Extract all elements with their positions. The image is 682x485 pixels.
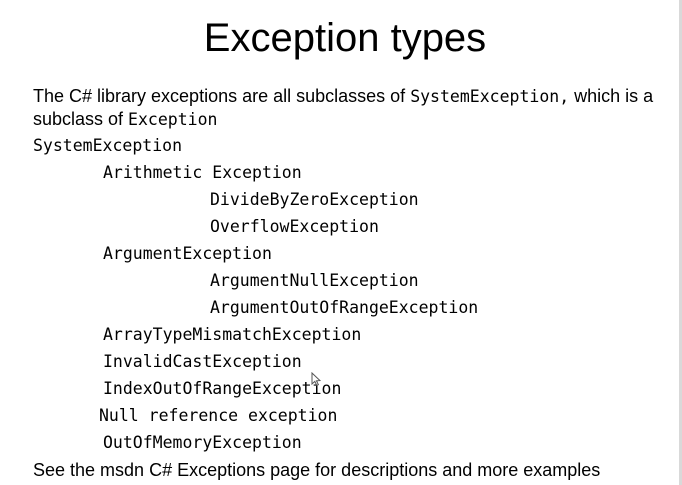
intro-code-exception: Exception: [128, 110, 218, 129]
tree-item-system-exception: SystemException: [33, 136, 183, 155]
tree-item-array-type-mismatch-exception: ArrayTypeMismatchException: [103, 325, 362, 344]
tree-item-overflow-exception: OverflowException: [210, 217, 379, 236]
footer-note: See the msdn C# Exceptions page for desc…: [33, 460, 601, 480]
tree-item-divide-by-zero-exception: DivideByZeroException: [210, 190, 419, 209]
tree-item-invalid-cast-exception: InvalidCastException: [103, 352, 302, 371]
tree-item-arithmetic-exception: Arithmetic Exception: [103, 163, 302, 182]
tree-item-argument-exception: ArgumentException: [103, 244, 272, 263]
tree-item-argument-null-exception: ArgumentNullException: [210, 271, 419, 290]
slide-title: Exception types: [203, 16, 487, 60]
tree-item-argument-out-of-range-exception: ArgumentOutOfRangeException: [210, 298, 479, 317]
intro-paragraph: The C# library exceptions are all subcla…: [33, 85, 673, 131]
mouse-pointer-icon: [311, 372, 321, 386]
tree-item-out-of-memory-exception: OutOfMemoryException: [103, 433, 302, 452]
intro-code-system-exception: SystemException,: [410, 87, 570, 106]
tree-item-index-out-of-range-exception: IndexOutOfRangeException: [103, 379, 342, 398]
tree-item-null-reference-exception: Null reference exception: [99, 406, 338, 425]
intro-text-1: The C# library exceptions are all subcla…: [33, 86, 411, 106]
